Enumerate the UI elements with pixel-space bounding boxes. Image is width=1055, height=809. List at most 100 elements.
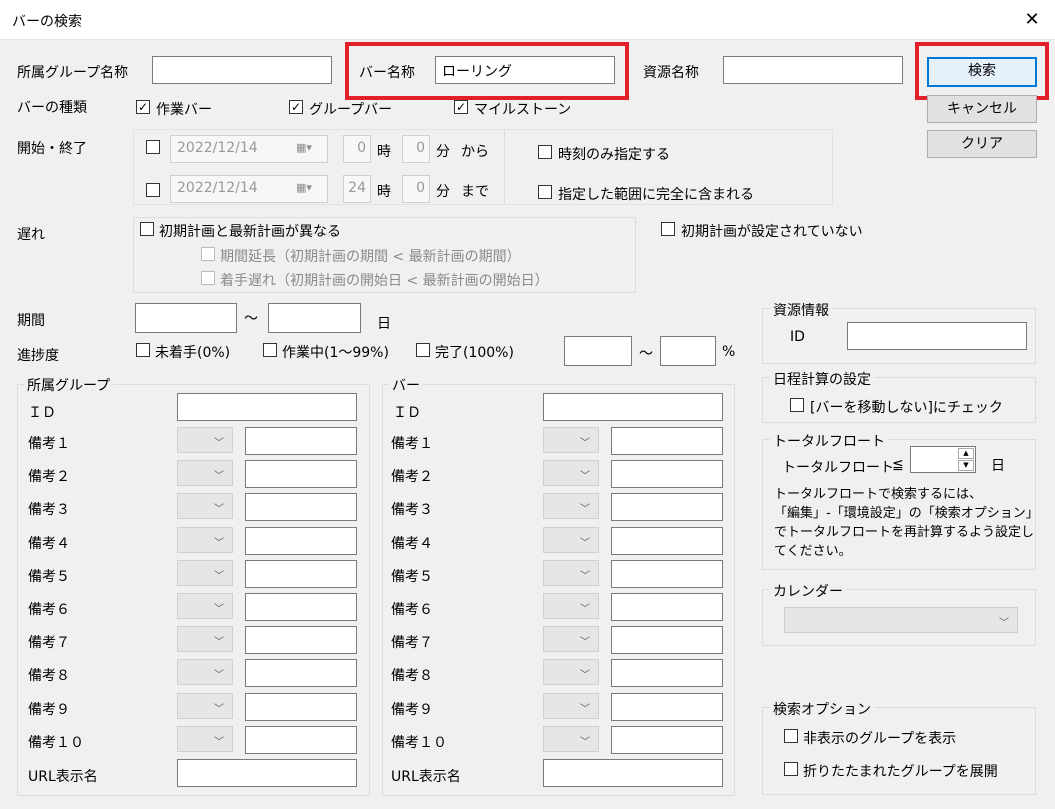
bar-note-input[interactable]: [611, 626, 723, 655]
bar-note-input[interactable]: [611, 659, 723, 688]
end-hour-input[interactable]: 24: [343, 175, 371, 203]
bar-note-operator-select[interactable]: ﹀: [543, 460, 599, 487]
not-started-checkbox[interactable]: [136, 343, 150, 357]
group-section-title: 所属グループ: [24, 375, 114, 395]
group-note-input[interactable]: [245, 626, 357, 655]
end-checkbox[interactable]: [146, 183, 160, 197]
bar-note-operator-select[interactable]: ﹀: [543, 526, 599, 553]
group-note-operator-select[interactable]: ﹀: [177, 427, 233, 453]
group-note-operator-select[interactable]: ﹀: [177, 626, 233, 653]
fully-contained-checkbox[interactable]: [538, 185, 552, 199]
fully-contained-label: 指定した範囲に完全に含まれる: [558, 187, 754, 203]
total-float-note-3: でトータルフロートを再計算するよう設定し: [774, 525, 1035, 540]
resource-name-input[interactable]: [723, 56, 903, 84]
bar-id-input[interactable]: [543, 393, 723, 421]
bar-note-input[interactable]: [611, 460, 723, 489]
progress-to-input[interactable]: [660, 336, 716, 366]
group-note-operator-select[interactable]: ﹀: [177, 593, 233, 619]
bar-note-operator-select[interactable]: ﹀: [543, 659, 599, 686]
chevron-down-icon: ﹀: [580, 438, 590, 449]
progress-from-input[interactable]: [564, 336, 632, 366]
group-note-operator-select[interactable]: ﹀: [177, 725, 233, 752]
resource-id-input[interactable]: [847, 322, 1027, 350]
group-note-input[interactable]: [245, 725, 357, 754]
group-note-operator-select[interactable]: ﹀: [177, 526, 233, 553]
total-float-title: トータルフロート: [770, 431, 888, 451]
show-hidden-checkbox[interactable]: [784, 729, 798, 743]
total-float-note-2: 「編集」-「環境設定」の「検索オプション」: [774, 506, 1039, 521]
group-bar-checkbox[interactable]: ✓: [289, 100, 303, 114]
bar-note-operator-select[interactable]: ﹀: [543, 725, 599, 752]
in-progress-checkbox[interactable]: [263, 343, 277, 357]
group-note-input[interactable]: [245, 559, 357, 588]
period-from-input[interactable]: [135, 303, 237, 333]
group-note-input[interactable]: [245, 460, 357, 489]
bar-note-input[interactable]: [611, 427, 723, 455]
start-hour-input[interactable]: 0: [343, 135, 371, 163]
milestone-checkbox[interactable]: ✓: [454, 100, 468, 114]
group-name-input[interactable]: [152, 56, 332, 84]
group-note-operator-select[interactable]: ﹀: [177, 659, 233, 686]
clear-button[interactable]: クリア: [927, 130, 1037, 158]
group-note-operator-select[interactable]: ﹀: [177, 692, 233, 719]
plan-not-set-checkbox[interactable]: [661, 222, 675, 236]
group-note-input[interactable]: [245, 692, 357, 721]
group-note-input[interactable]: [245, 659, 357, 688]
time-only-checkbox[interactable]: [538, 145, 552, 159]
spin-up-icon[interactable]: ▲: [958, 448, 974, 459]
total-float-spinner[interactable]: ▲ ▼: [910, 446, 976, 473]
calendar-dropdown-icon[interactable]: ▦▾: [296, 181, 312, 194]
bar-note-operator-select[interactable]: ﹀: [543, 626, 599, 653]
bar-note-input[interactable]: [611, 493, 723, 522]
period-to-input[interactable]: [268, 303, 361, 333]
start-checkbox[interactable]: [146, 140, 160, 154]
start-delay-checkbox[interactable]: [201, 271, 215, 285]
group-note-operator-select[interactable]: ﹀: [177, 559, 233, 586]
task-bar-checkbox[interactable]: ✓: [136, 100, 150, 114]
bar-url-input[interactable]: [543, 759, 723, 787]
bar-name-input[interactable]: ローリング: [435, 56, 615, 84]
group-id-input[interactable]: [177, 393, 357, 421]
start-minute-input[interactable]: 0: [402, 135, 430, 163]
bar-note-label: 備考８: [391, 668, 433, 685]
bar-note-input[interactable]: [611, 559, 723, 588]
chevron-down-icon: ﹀: [580, 537, 590, 549]
chevron-down-icon: ﹀: [999, 618, 1009, 629]
period-extension-checkbox[interactable]: [201, 247, 215, 261]
bar-note-input[interactable]: [611, 725, 723, 754]
close-icon[interactable]: ✕: [1018, 6, 1046, 34]
completed-checkbox[interactable]: [416, 343, 430, 357]
bar-name-label: バー名称: [359, 65, 415, 81]
bar-note-operator-select[interactable]: ﹀: [543, 559, 599, 586]
group-bar-label: グループバー: [309, 102, 393, 118]
group-note-input[interactable]: [245, 593, 357, 621]
group-note-operator-select[interactable]: ﹀: [177, 493, 233, 520]
calendar-dropdown-icon[interactable]: ▦▾: [296, 141, 312, 154]
no-move-checkbox[interactable]: [790, 398, 804, 412]
start-hour-unit: 時: [377, 144, 391, 160]
search-button[interactable]: 検索: [927, 57, 1037, 87]
expand-folded-checkbox[interactable]: [784, 762, 798, 776]
group-note-label: 備考５: [28, 568, 70, 585]
group-url-input[interactable]: [177, 759, 357, 787]
cancel-button[interactable]: キャンセル: [927, 95, 1037, 123]
bar-note-operator-select[interactable]: ﹀: [543, 692, 599, 719]
total-float-operator: ≦: [892, 457, 904, 473]
spin-down-icon[interactable]: ▼: [958, 460, 974, 471]
bar-note-operator-select[interactable]: ﹀: [543, 493, 599, 520]
plan-differs-checkbox[interactable]: [140, 222, 154, 236]
end-minute-input[interactable]: 0: [402, 175, 430, 203]
calendar-select[interactable]: ﹀: [784, 607, 1018, 633]
group-note-operator-select[interactable]: ﹀: [177, 460, 233, 487]
group-note-input[interactable]: [245, 427, 357, 455]
completed-label: 完了(100%): [435, 345, 514, 361]
bar-note-operator-select[interactable]: ﹀: [543, 593, 599, 619]
bar-note-input[interactable]: [611, 593, 723, 621]
chevron-down-icon: ﹀: [214, 471, 224, 483]
plan-not-set-label: 初期計画が設定されていない: [681, 224, 863, 240]
group-note-input[interactable]: [245, 526, 357, 555]
bar-note-operator-select[interactable]: ﹀: [543, 427, 599, 453]
group-note-input[interactable]: [245, 493, 357, 522]
bar-note-input[interactable]: [611, 692, 723, 721]
bar-note-input[interactable]: [611, 526, 723, 555]
